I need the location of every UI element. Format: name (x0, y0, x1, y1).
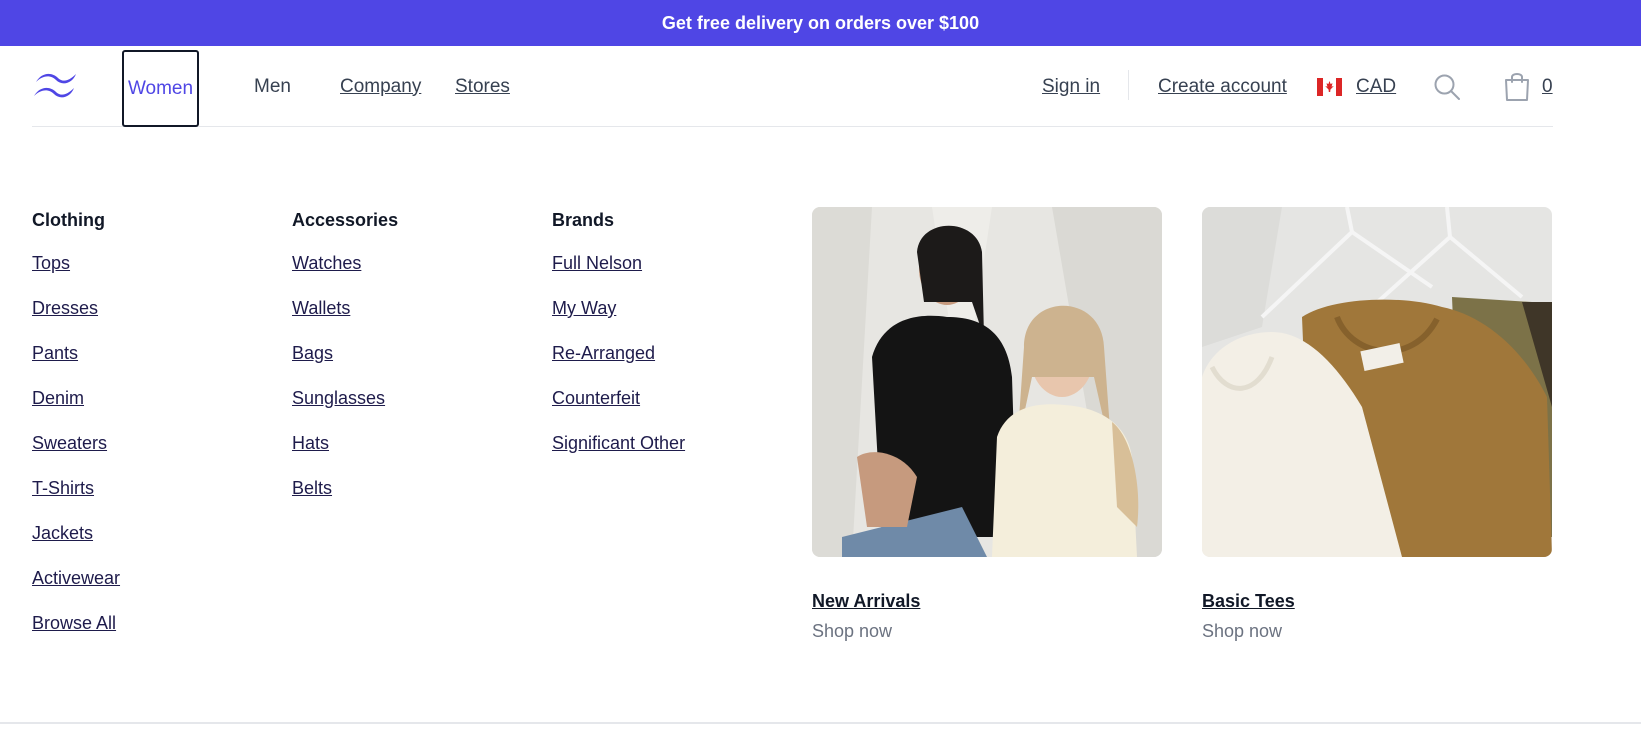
site-header: Women Men Company Stores Sign in Create … (32, 46, 1553, 127)
brands-list: Full Nelson My Way Re-Arranged Counterfe… (552, 251, 685, 476)
menu-link-activewear[interactable]: Activewear (32, 568, 120, 588)
nav-women[interactable]: Women (122, 50, 199, 127)
promo-banner: Get free delivery on orders over $100 (0, 0, 1641, 46)
menu-link-t-shirts[interactable]: T-Shirts (32, 478, 94, 498)
menu-link-hats[interactable]: Hats (292, 433, 329, 453)
column-heading: Accessories (292, 210, 399, 230)
list-item: Hats (292, 431, 398, 476)
menu-link-dresses[interactable]: Dresses (32, 298, 98, 318)
list-item: Sunglasses (292, 386, 398, 431)
accessories-list: Watches Wallets Bags Sunglasses Hats Bel… (292, 251, 398, 521)
menu-link-watches[interactable]: Watches (292, 253, 361, 273)
column-heading: Brands (552, 210, 615, 230)
menu-link-counterfeit[interactable]: Counterfeit (552, 388, 640, 408)
list-item: My Way (552, 296, 685, 341)
menu-link-sunglasses[interactable]: Sunglasses (292, 388, 385, 408)
column-heading: Clothing (32, 210, 105, 230)
nav-company-label: Company (340, 75, 422, 97)
menu-link-bags[interactable]: Bags (292, 343, 333, 363)
menu-link-my-way[interactable]: My Way (552, 298, 616, 318)
menu-link-jackets[interactable]: Jackets (32, 523, 93, 543)
list-item: Sweaters (32, 431, 120, 476)
currency-label: CAD (1356, 75, 1397, 97)
list-item: Re-Arranged (552, 341, 685, 386)
list-item: Activewear (32, 566, 120, 611)
promo-title[interactable]: Basic Tees (1202, 589, 1552, 613)
menu-link-browse-all[interactable]: Browse All (32, 613, 116, 633)
promo-title[interactable]: New Arrivals (812, 589, 1162, 613)
menu-link-tops[interactable]: Tops (32, 253, 70, 273)
nav-men[interactable]: Men (254, 46, 291, 127)
nav-company[interactable]: Company (340, 46, 421, 127)
sign-in-link[interactable]: Sign in (1042, 46, 1100, 127)
nav-men-label: Men (254, 75, 291, 97)
create-account-label: Create account (1158, 75, 1287, 97)
list-item: Watches (292, 251, 398, 296)
list-item: Denim (32, 386, 120, 431)
promo-cta: Shop now (1202, 621, 1283, 641)
list-item: Pants (32, 341, 120, 386)
list-item: Wallets (292, 296, 398, 341)
new-arrivals-image[interactable] (812, 207, 1162, 557)
menu-column-brands: Brands Full Nelson My Way Re-Arranged Co… (552, 208, 685, 476)
list-item: Full Nelson (552, 251, 685, 296)
menu-bottom-divider (0, 722, 1641, 724)
menu-link-denim[interactable]: Denim (32, 388, 84, 408)
list-item: Belts (292, 476, 398, 521)
header-divider (1128, 70, 1129, 100)
basic-tees-image[interactable] (1202, 207, 1552, 557)
menu-link-wallets[interactable]: Wallets (292, 298, 350, 318)
promo-cta: Shop now (812, 621, 893, 641)
sign-in-label: Sign in (1042, 75, 1101, 97)
menu-link-re-arranged[interactable]: Re-Arranged (552, 343, 655, 363)
menu-link-significant-other[interactable]: Significant Other (552, 433, 685, 453)
promo-card-new-arrivals[interactable]: New Arrivals Shop now (812, 207, 1162, 643)
canada-flag-icon[interactable] (1317, 78, 1342, 96)
nav-stores-label: Stores (455, 75, 510, 97)
list-item: Significant Other (552, 431, 685, 476)
menu-link-full-nelson[interactable]: Full Nelson (552, 253, 642, 273)
cart-count-value: 0 (1542, 75, 1553, 97)
search-icon[interactable] (1432, 72, 1462, 102)
clothing-list: Tops Dresses Pants Denim Sweaters T-Shir… (32, 251, 120, 656)
menu-link-sweaters[interactable]: Sweaters (32, 433, 107, 453)
menu-column-accessories: Accessories Watches Wallets Bags Sunglas… (292, 208, 398, 521)
list-item: T-Shirts (32, 476, 120, 521)
currency-selector[interactable]: CAD (1356, 46, 1396, 127)
list-item: Jackets (32, 521, 120, 566)
list-item: Browse All (32, 611, 120, 656)
promo-card-basic-tees[interactable]: Basic Tees Shop now (1202, 207, 1552, 643)
create-account-link[interactable]: Create account (1158, 46, 1287, 127)
shopping-bag-icon[interactable] (1502, 70, 1532, 102)
list-item: Bags (292, 341, 398, 386)
list-item: Tops (32, 251, 120, 296)
menu-link-belts[interactable]: Belts (292, 478, 332, 498)
cart-count[interactable]: 0 (1542, 46, 1553, 127)
nav-women-label: Women (127, 77, 194, 99)
menu-link-pants[interactable]: Pants (32, 343, 78, 363)
logo-icon[interactable] (32, 68, 80, 102)
menu-column-clothing: Clothing Tops Dresses Pants Denim Sweate… (32, 208, 120, 656)
nav-stores[interactable]: Stores (455, 46, 510, 127)
list-item: Counterfeit (552, 386, 685, 431)
list-item: Dresses (32, 296, 120, 341)
banner-text: Get free delivery on orders over $100 (661, 12, 980, 33)
